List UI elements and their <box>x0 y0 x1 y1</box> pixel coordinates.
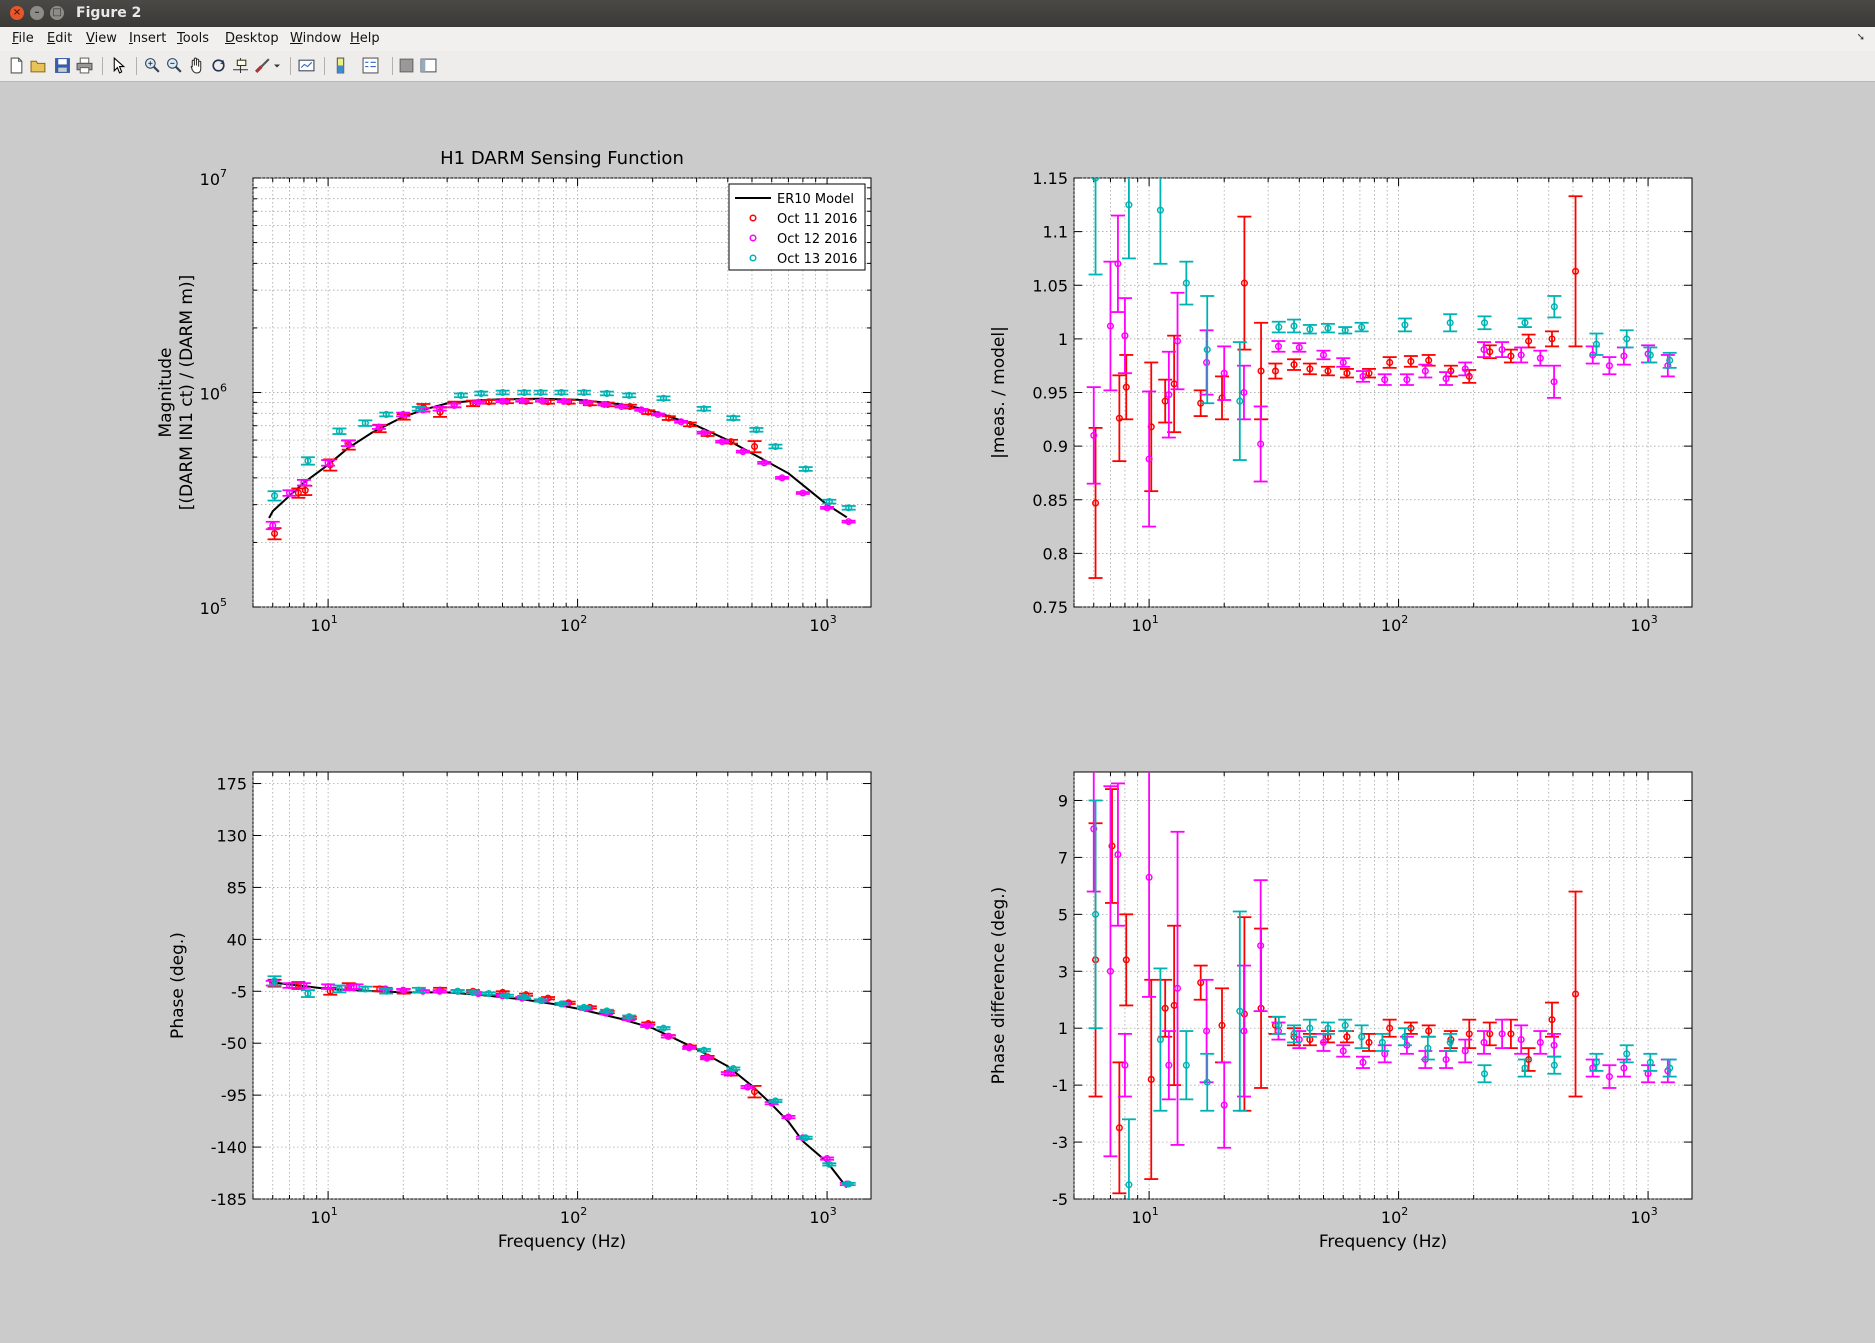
x-tick-label: 103 <box>1630 613 1657 635</box>
x-tick-label: 102 <box>1381 613 1408 635</box>
brush-icon[interactable] <box>254 57 271 74</box>
zoom-out-icon[interactable] <box>166 57 183 74</box>
y-axis-label: |meas. / model| <box>989 326 1009 459</box>
rotate-3d-icon[interactable] <box>210 57 227 74</box>
menu-edit[interactable]: Edit <box>47 31 72 46</box>
toolbar-separator <box>136 57 137 75</box>
y-tick-label: -1 <box>1052 1076 1068 1095</box>
x-tick-label: 101 <box>310 1205 337 1227</box>
figure-canvas: 101 102 103 105 106 107 H1 DARM Sensing Functi… <box>0 82 1875 1339</box>
pointer-icon[interactable] <box>110 57 127 74</box>
x-tick-label: 102 <box>1381 1205 1408 1227</box>
insert-colorbar-icon[interactable] <box>332 57 349 74</box>
y-tick-label: 7 <box>1058 848 1068 867</box>
y-tick-label: 1.1 <box>1043 223 1068 242</box>
window-title: Figure 2 <box>76 5 142 21</box>
x-tick-label: 101 <box>310 613 337 635</box>
x-tick-label: 101 <box>1131 613 1158 635</box>
hide-plot-tools-icon[interactable] <box>398 57 415 74</box>
y-tick-label: 0.8 <box>1043 544 1068 563</box>
x-tick-label: 103 <box>1630 1205 1657 1227</box>
toolbar-separator <box>324 57 325 75</box>
y-tick-label: -3 <box>1052 1133 1068 1152</box>
show-plot-tools-icon[interactable] <box>420 57 437 74</box>
y-tick-label: 0.85 <box>1032 491 1068 510</box>
y-tick-label: -140 <box>211 1138 247 1157</box>
menu-view[interactable]: View <box>86 31 117 46</box>
y-tick-label: 1.05 <box>1032 276 1068 295</box>
menu-tools[interactable]: Tools <box>177 31 209 46</box>
menu-window[interactable]: Window <box>290 31 341 46</box>
menu-dock-arrow-icon[interactable]: ➘ <box>1857 32 1865 43</box>
toolbar-separator <box>102 57 103 75</box>
axes-phasediff: 101 102 103 -5 -3 -1 1 3 5 7 9 Phase difference (de… <box>989 771 1693 1252</box>
x-axis-label: Frequency (Hz) <box>1319 1232 1447 1252</box>
y-tick-label: 5 <box>1058 905 1068 924</box>
insert-legend-icon[interactable] <box>362 57 379 74</box>
legend: ER10 Model Oct 11 2016 Oct 12 2016 Oct 13 2… <box>728 183 866 271</box>
y-tick-label: -95 <box>221 1086 247 1105</box>
pan-hand-icon[interactable] <box>188 57 205 74</box>
toolbar-separator <box>290 57 291 75</box>
brush-dropdown-icon[interactable] <box>272 57 282 74</box>
maximize-window-button[interactable]: □ <box>50 6 64 20</box>
x-axis-label: Frequency (Hz) <box>498 1232 626 1252</box>
y-tick-label: 85 <box>227 878 247 897</box>
y-tick-label: -50 <box>221 1034 247 1053</box>
axes-phase: 101 102 103 -185 -140 -95 -50 -5 40 85 130 175 Phase… <box>168 771 872 1252</box>
y-tick-label: -5 <box>1052 1190 1068 1209</box>
legend-entry: Oct 12 2016 <box>777 232 857 247</box>
new-figure-icon[interactable] <box>8 57 25 74</box>
y-tick-label: 0.9 <box>1043 437 1068 456</box>
data-cursor-icon[interactable] <box>232 57 249 74</box>
menu-desktop[interactable]: Desktop <box>225 31 279 46</box>
y-axis-label: Phase (deg.) <box>168 932 188 1039</box>
legend-entry: Oct 11 2016 <box>777 212 857 227</box>
menu-bar: File Edit View Insert Tools Desktop Wind… <box>0 27 1875 51</box>
x-tick-label: 103 <box>809 1205 836 1227</box>
minimize-window-button[interactable]: – <box>30 6 44 20</box>
y-tick-label: 175 <box>216 775 247 794</box>
y-tick-label: 40 <box>227 930 247 949</box>
x-tick-label: 101 <box>1131 1205 1158 1227</box>
zoom-in-icon[interactable] <box>144 57 161 74</box>
menu-help[interactable]: Help <box>350 31 380 46</box>
y-tick-label: 130 <box>216 826 247 845</box>
y-tick-label: 1 <box>1058 1019 1068 1038</box>
figure-toolbar <box>0 51 1875 82</box>
x-tick-label: 103 <box>809 613 836 635</box>
y-tick-label: 0.95 <box>1032 384 1068 403</box>
x-tick-label: 102 <box>560 613 587 635</box>
close-window-button[interactable]: × <box>10 6 24 20</box>
y-tick-label: 106 <box>200 382 227 404</box>
print-icon[interactable] <box>76 57 93 74</box>
axes-magratio: 101 102 103 0.75 0.8 0.85 0.9 0.95 1 1.05 1.1 1.15 |… <box>989 169 1693 635</box>
y-tick-label: 0.75 <box>1032 598 1068 617</box>
figure-svg: 101 102 103 105 106 107 H1 DARM Sensing Functi… <box>156 148 1693 1252</box>
y-tick-label: 107 <box>200 167 227 189</box>
y-tick-label: 1.15 <box>1032 169 1068 188</box>
window-titlebar: × – □ Figure 2 <box>0 0 1875 27</box>
link-plot-icon[interactable] <box>298 57 315 74</box>
legend-entry: Oct 13 2016 <box>777 252 857 267</box>
save-icon[interactable] <box>54 57 71 74</box>
y-tick-label: 1 <box>1058 330 1068 349</box>
toolbar-separator <box>392 57 393 75</box>
open-file-icon[interactable] <box>30 57 47 74</box>
menu-file[interactable]: File <box>12 31 34 46</box>
x-tick-label: 102 <box>560 1205 587 1227</box>
chart-title: H1 DARM Sensing Function <box>440 148 684 169</box>
y-axis-label: Phase difference (deg.) <box>989 887 1009 1085</box>
y-tick-label: -185 <box>211 1190 247 1209</box>
legend-entry: ER10 Model <box>777 192 854 207</box>
axes-mag: 101 102 103 105 106 107 H1 DARM Sensing Functi… <box>156 148 872 635</box>
y-axis-label: Magnitude[(DARM IN1 ct) / (DARM m)] <box>156 275 197 510</box>
y-tick-label: -5 <box>231 982 247 1001</box>
y-tick-label: 105 <box>200 596 227 618</box>
plot-area <box>1073 771 1693 1200</box>
y-tick-label: 3 <box>1058 962 1068 981</box>
y-tick-label: 9 <box>1058 791 1068 810</box>
menu-insert[interactable]: Insert <box>129 31 166 46</box>
